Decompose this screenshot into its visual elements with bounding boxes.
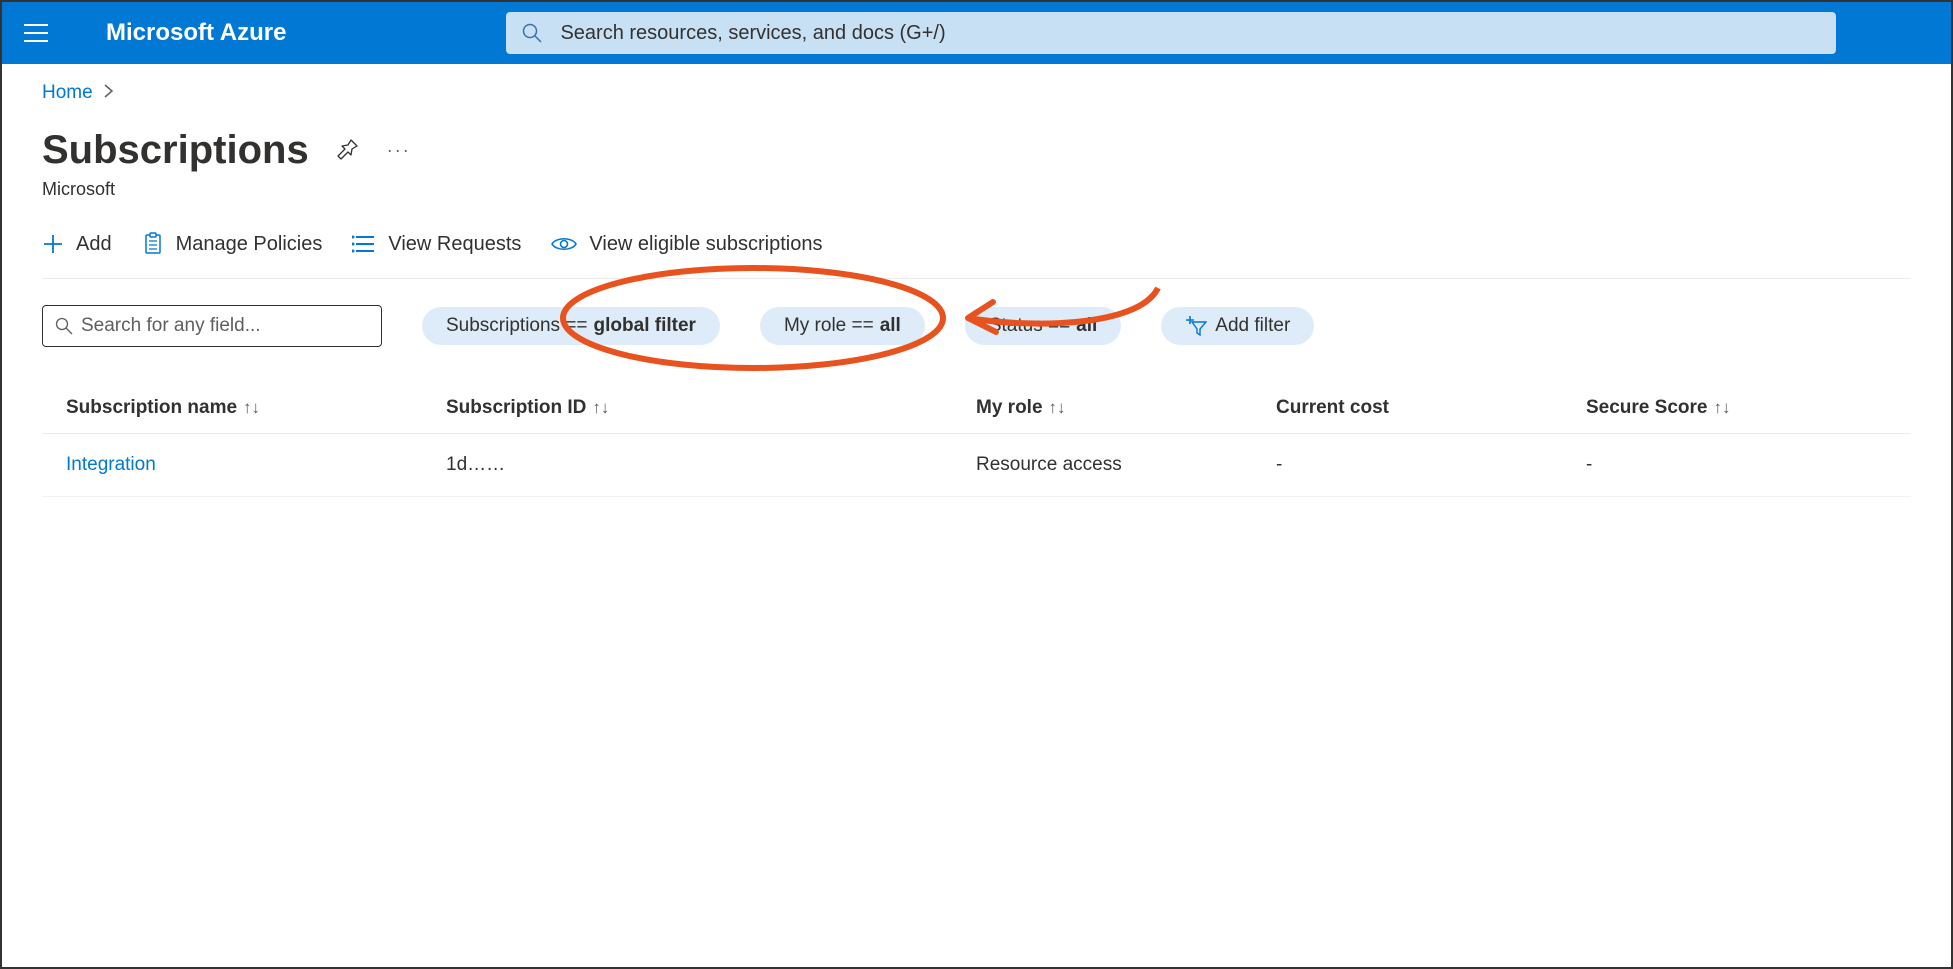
global-search[interactable] [506, 12, 1836, 54]
col-id-label: Subscription ID [446, 397, 586, 418]
manage-policies-label: Manage Policies [176, 233, 323, 256]
filter-role[interactable]: My role == all [760, 307, 925, 345]
field-search-input[interactable] [81, 315, 369, 337]
table-header: Subscription name ↑↓ Subscription ID ↑↓ My… [42, 397, 1911, 434]
add-filter-button[interactable]: Add filter [1161, 307, 1314, 345]
table-row: Integration 1d…… Resource access - - [42, 434, 1911, 497]
breadcrumb-home[interactable]: Home [42, 82, 93, 104]
hamburger-icon [24, 24, 48, 42]
filter-subscriptions-value: global filter [594, 315, 696, 337]
add-filter-icon [1185, 316, 1207, 336]
filter-subscriptions[interactable]: Subscriptions == global filter [422, 307, 720, 345]
policies-icon [142, 232, 164, 256]
pin-button[interactable] [337, 138, 359, 163]
view-requests-button[interactable]: View Requests [352, 233, 521, 256]
col-id[interactable]: Subscription ID ↑↓ [446, 397, 976, 419]
col-name[interactable]: Subscription name ↑↓ [66, 397, 446, 419]
col-role[interactable]: My role ↑↓ [976, 397, 1276, 419]
manage-policies-button[interactable]: Manage Policies [142, 232, 323, 256]
add-filter-label: Add filter [1215, 315, 1290, 337]
cell-score: - [1586, 454, 1887, 476]
page-title: Subscriptions [42, 128, 309, 173]
more-button[interactable]: ··· [387, 140, 411, 161]
chevron-right-icon [103, 82, 115, 104]
sort-icon: ↑↓ [243, 398, 260, 417]
filter-subscriptions-label: Subscriptions == [446, 315, 588, 337]
filter-status[interactable]: Status == all [965, 307, 1121, 345]
add-button[interactable]: Add [42, 233, 112, 256]
top-bar: Microsoft Azure [2, 2, 1951, 64]
sort-icon: ↑↓ [1713, 398, 1730, 417]
col-cost-label: Current cost [1276, 397, 1389, 418]
col-score-label: Secure Score [1586, 397, 1707, 418]
col-cost[interactable]: Current cost [1276, 397, 1586, 419]
filter-role-value: all [880, 315, 901, 337]
cell-id: 1d…… [446, 454, 976, 476]
filter-status-value: all [1076, 315, 1097, 337]
page-subtitle: Microsoft [42, 179, 1911, 200]
plus-icon [42, 233, 64, 255]
add-label: Add [76, 233, 112, 256]
list-icon [352, 234, 376, 254]
search-icon [55, 317, 73, 335]
menu-button[interactable] [18, 15, 54, 51]
view-requests-label: View Requests [388, 233, 521, 256]
col-role-label: My role [976, 397, 1043, 418]
brand-label: Microsoft Azure [106, 19, 286, 47]
filter-role-label: My role == [784, 315, 874, 337]
filter-bar: Subscriptions == global filter My role =… [42, 305, 1911, 347]
pin-icon [337, 138, 359, 160]
page-header: Subscriptions ··· [42, 128, 1911, 173]
field-search[interactable] [42, 305, 382, 347]
global-search-input[interactable] [560, 22, 1820, 45]
cell-name[interactable]: Integration [66, 454, 446, 476]
subscriptions-table: Subscription name ↑↓ Subscription ID ↑↓ My… [42, 397, 1911, 497]
view-eligible-label: View eligible subscriptions [589, 233, 822, 256]
content-area: Home Subscriptions ··· Microsoft Add Man… [2, 64, 1951, 497]
sort-icon: ↑↓ [592, 398, 609, 417]
cell-role: Resource access [976, 454, 1276, 476]
breadcrumb: Home [42, 82, 1911, 104]
col-name-label: Subscription name [66, 397, 237, 418]
cell-cost: - [1276, 454, 1586, 476]
filter-status-label: Status == [989, 315, 1070, 337]
search-icon [522, 23, 542, 43]
eye-icon [551, 235, 577, 253]
view-eligible-button[interactable]: View eligible subscriptions [551, 233, 822, 256]
command-bar: Add Manage Policies View Requests View e… [42, 232, 1911, 279]
sort-icon: ↑↓ [1049, 398, 1066, 417]
col-score[interactable]: Secure Score ↑↓ [1586, 397, 1887, 419]
